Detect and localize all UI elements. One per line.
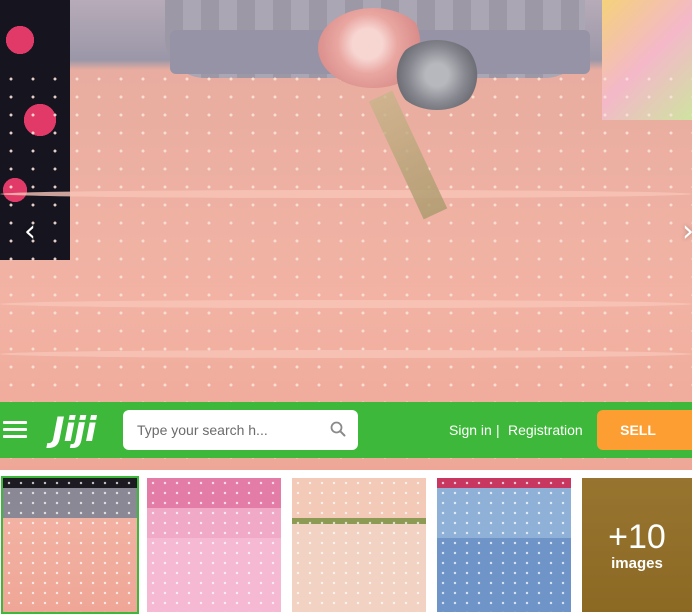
- more-images-label: images: [611, 555, 663, 572]
- previous-image-arrow-icon[interactable]: ‹: [18, 215, 42, 249]
- thumbnail-image[interactable]: [437, 478, 571, 612]
- jiji-logo[interactable]: Jiji: [52, 410, 97, 450]
- thumbnail-image[interactable]: [1, 476, 139, 614]
- thumbnail-strip: +10 images: [0, 470, 692, 616]
- more-images-thumbnail[interactable]: +10 images: [582, 478, 692, 612]
- more-images-count: +10: [608, 518, 666, 556]
- thumbnail-image[interactable]: [292, 478, 426, 612]
- sell-button[interactable]: SELL: [597, 410, 692, 450]
- dress-flower: [392, 40, 482, 110]
- dress-tier: [0, 300, 692, 308]
- hamburger-menu-icon[interactable]: [3, 421, 27, 439]
- search-icon[interactable]: [330, 421, 346, 437]
- more-images-overlay: +10 images: [582, 478, 692, 612]
- main-product-image[interactable]: [0, 0, 692, 470]
- search-box: [123, 410, 358, 450]
- next-image-arrow-icon[interactable]: ›: [676, 215, 692, 249]
- registration-link[interactable]: Registration: [508, 422, 583, 438]
- sign-in-link[interactable]: Sign in: [449, 422, 492, 438]
- auth-separator: |: [496, 422, 500, 438]
- dress-tier: [0, 190, 692, 198]
- listing-page: ‹ › Jiji Sign in | Registration SELL +10…: [0, 0, 692, 616]
- dress-tier: [0, 350, 692, 358]
- thumbnail-image[interactable]: [147, 478, 281, 612]
- search-input[interactable]: [137, 410, 317, 450]
